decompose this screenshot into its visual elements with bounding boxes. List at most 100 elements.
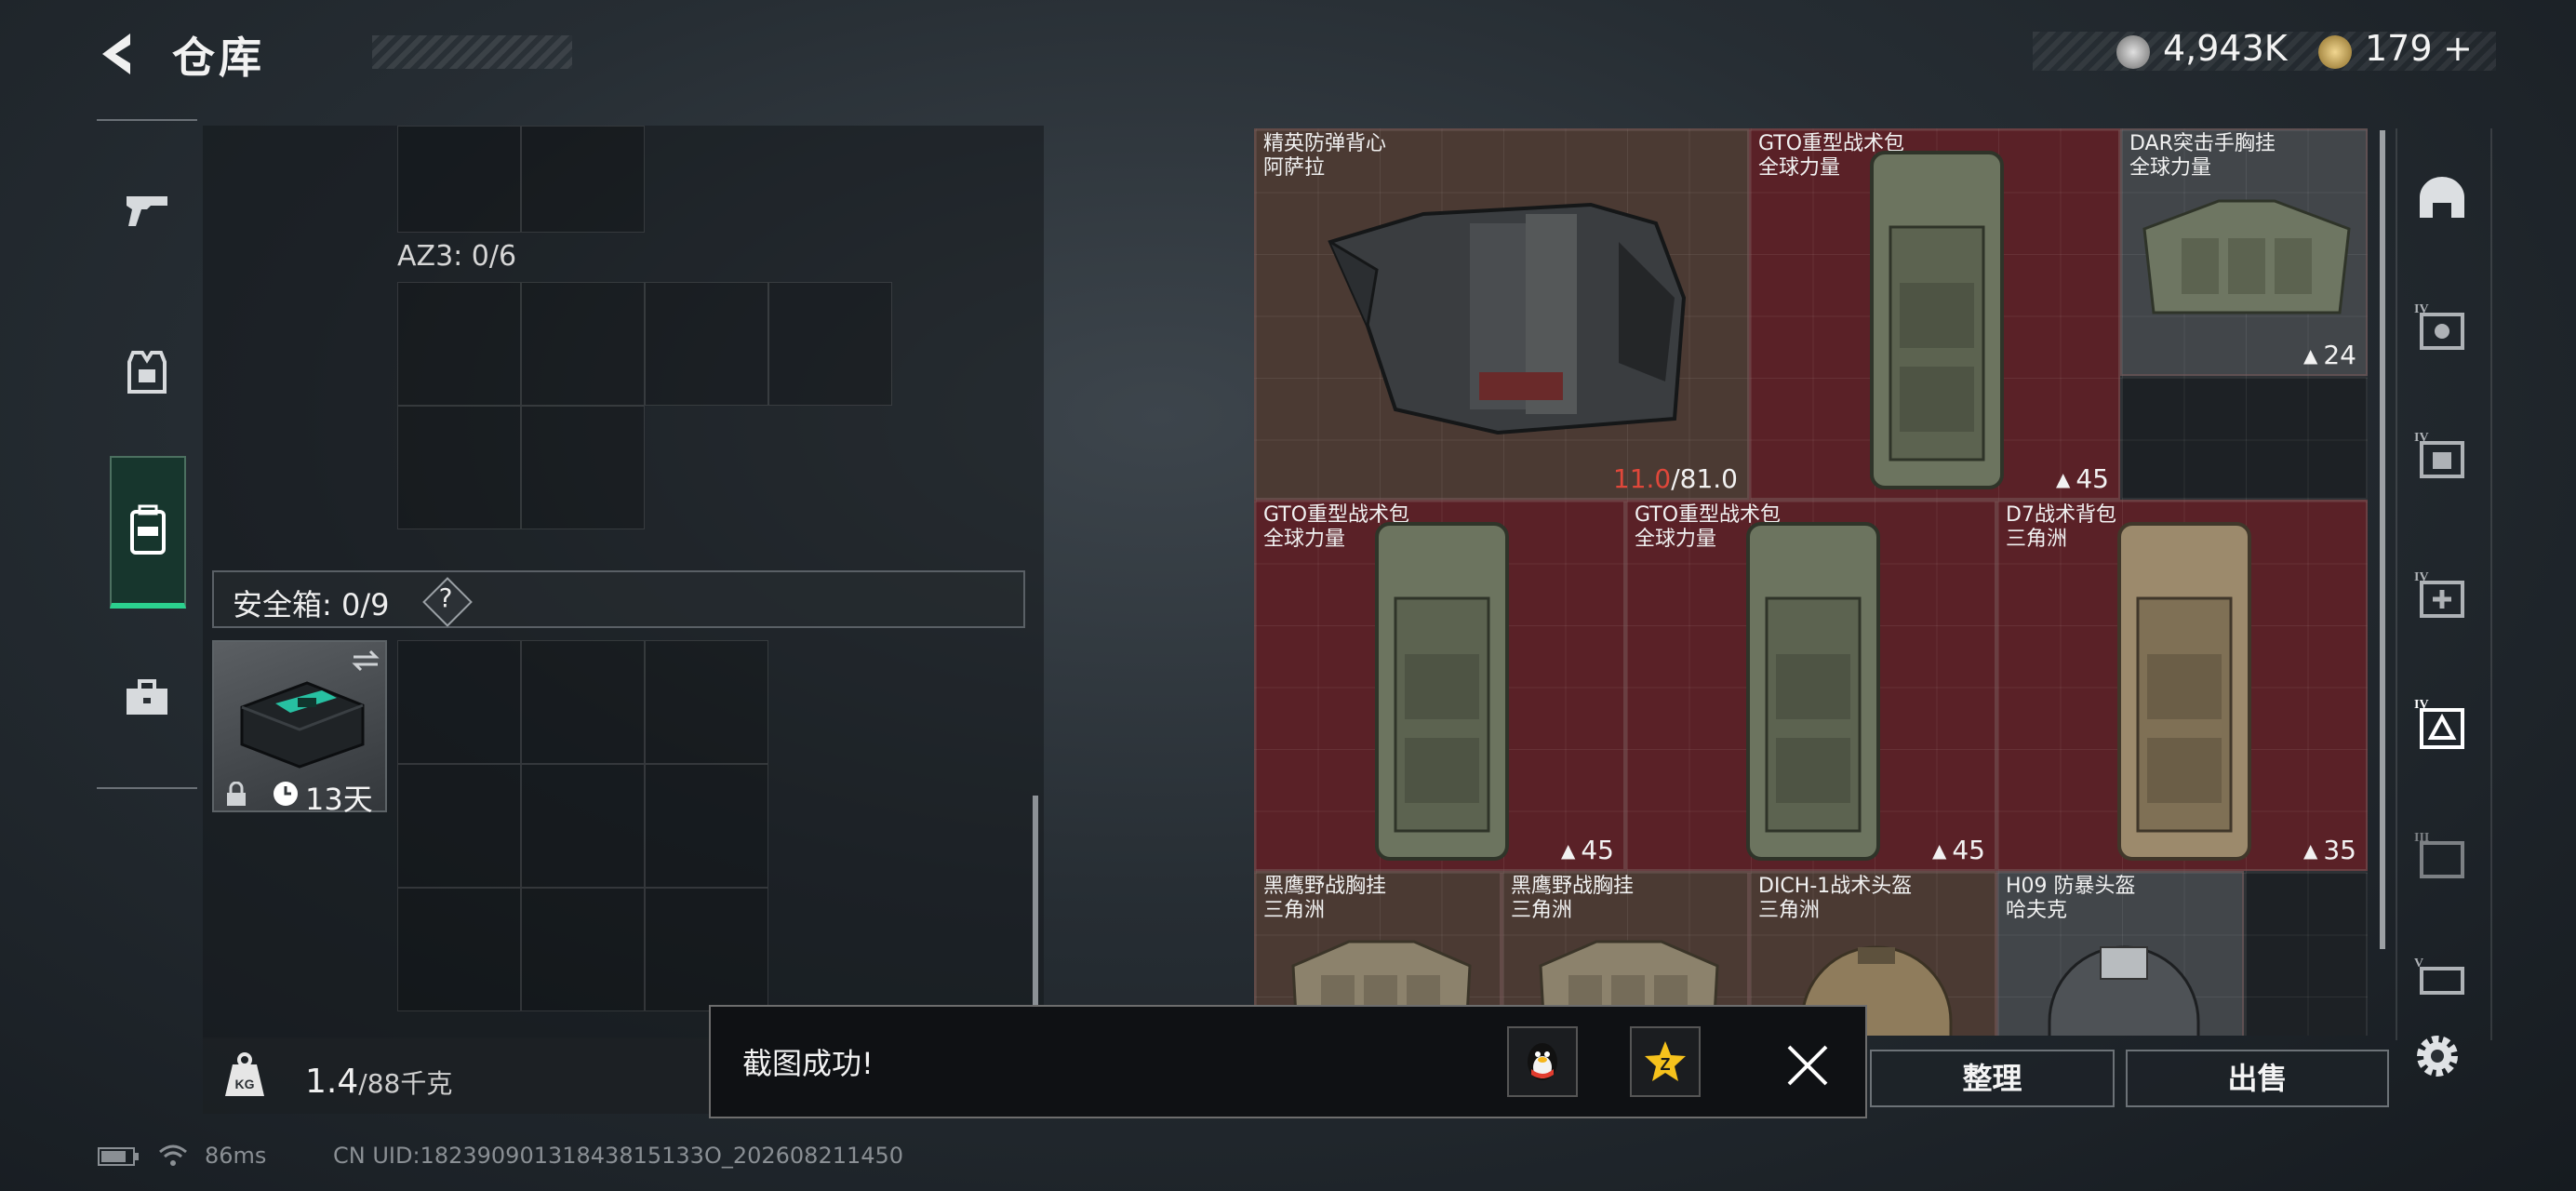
backpack-image	[1870, 151, 2004, 489]
nav-storage[interactable]	[110, 456, 186, 609]
item-origin: 全球力量	[2129, 156, 2212, 180]
item-origin: 三角洲	[2006, 528, 2068, 551]
filter-helmet[interactable]	[2400, 154, 2484, 243]
filter-tier-iv-armor[interactable]: IV	[2400, 409, 2484, 499]
count-value: 45	[1581, 835, 1614, 865]
sell-button[interactable]: 出售	[2126, 1050, 2389, 1107]
item-origin: 三角洲	[1511, 899, 1573, 922]
durability-current: 11.0	[1612, 463, 1672, 494]
grid-slot[interactable]	[397, 282, 521, 406]
item-origin: 阿萨拉	[1263, 156, 1326, 180]
grid-slot[interactable]	[397, 126, 521, 233]
item-title: 黑鹰野战胸挂	[1263, 875, 1387, 898]
weight-readout: 1.4/88千克	[305, 1063, 452, 1101]
nav-equipment[interactable]	[97, 321, 197, 423]
grid-slot[interactable]	[397, 640, 521, 764]
grid-slot[interactable]	[521, 282, 645, 406]
weight-kg-icon: KG	[225, 1052, 264, 1096]
briefcase-icon	[127, 679, 167, 715]
item-title: DICH-1战术头盔	[1758, 875, 1913, 898]
grid-slot[interactable]	[521, 126, 645, 233]
grid-slot[interactable]	[397, 764, 521, 888]
safebox-item[interactable]: 13天	[212, 640, 387, 817]
capacity-icon: ▲	[2302, 838, 2318, 862]
inventory-grid: 精英防弹背心 阿萨拉 11.0/81.0 GTO重型战术包 全球力量 ▲ 45 DAR…	[1254, 128, 2375, 1036]
item-origin: 三角洲	[1263, 899, 1326, 922]
item-origin: 全球力量	[1758, 156, 1841, 180]
filter-tier-iv-medical[interactable]: IV	[2400, 549, 2484, 638]
inventory-item[interactable]: DAR突击手胸挂 全球力量 ▲ 24	[2120, 128, 2368, 376]
share-qq-button[interactable]	[1507, 1026, 1578, 1097]
qzone-star-icon: Z	[1645, 1041, 1686, 1081]
capacity-icon: ▲	[2302, 343, 2318, 367]
armor-vest-image	[1328, 202, 1687, 435]
inventory-item[interactable]: GTO重型战术包 全球力量 ▲ 45	[1749, 128, 2120, 500]
uid-readout: CN UID:18239090131843815133O_20260821145…	[333, 1143, 904, 1169]
grid-slot[interactable]	[645, 282, 768, 406]
empty-slot[interactable]	[2120, 376, 2368, 500]
qq-penguin-icon	[1528, 1043, 1557, 1080]
nav-weapons[interactable]	[97, 158, 197, 261]
empty-slot[interactable]	[2244, 871, 2368, 1036]
inventory-item[interactable]: H09 防暴头盔 哈夫克	[1996, 871, 2244, 1036]
pistol-icon	[127, 196, 167, 226]
durability-max: /81.0	[1671, 463, 1738, 494]
clock-icon	[274, 782, 298, 806]
inventory-scrollbar[interactable]	[2380, 130, 2385, 949]
item-count: ▲ 45	[1561, 835, 1614, 865]
inventory-item[interactable]: D7战术背包 三角洲 ▲ 35	[1996, 500, 2368, 871]
backpack-image	[1746, 522, 1880, 861]
item-name: 黑鹰野战胸挂 三角洲	[1511, 875, 1634, 923]
capacity-icon: ▲	[2055, 467, 2071, 490]
chest-rig-image	[2142, 199, 2351, 314]
share-qzone-button[interactable]: Z	[1630, 1026, 1701, 1097]
backpack-image	[2117, 522, 2251, 861]
help-text: ?	[438, 582, 453, 613]
filter-tier-v[interactable]: V	[2400, 930, 2484, 1020]
panel-scrollbar[interactable]	[1033, 796, 1038, 1010]
inventory-item[interactable]: 精英防弹背心 阿萨拉 11.0/81.0	[1254, 128, 1749, 500]
filter-tier-iii[interactable]: III	[2400, 810, 2484, 899]
grid-slot[interactable]	[645, 640, 768, 764]
backpack-icon	[130, 504, 166, 555]
title-decoration	[372, 35, 572, 69]
inventory-item[interactable]: GTO重型战术包 全球力量 ▲ 45	[1625, 500, 1996, 871]
grid-slot[interactable]	[397, 888, 521, 1011]
count-value: 35	[2323, 835, 2356, 865]
tier-iv-armor-icon: IV	[2414, 431, 2464, 478]
currency-premium: 179	[2365, 28, 2433, 69]
filter-tier-iv-weapon[interactable]: IV	[2400, 281, 2484, 370]
item-title: 精英防弹背心	[1263, 132, 1387, 155]
tier-iv-weapon-icon: IV	[2414, 302, 2464, 350]
item-title: H09 防暴头盔	[2006, 875, 2136, 898]
grid-slot[interactable]	[397, 406, 521, 529]
filter-tier-iv-bag[interactable]: IV	[2400, 679, 2484, 769]
backpack-image	[1375, 522, 1509, 861]
nav-supplies[interactable]	[97, 647, 197, 749]
grid-slot[interactable]	[645, 764, 768, 888]
item-count: ▲ 35	[2303, 835, 2356, 865]
grid-slot[interactable]	[768, 282, 892, 406]
item-title: 黑鹰野战胸挂	[1511, 875, 1635, 898]
sort-button[interactable]: 整理	[1870, 1050, 2115, 1107]
settings-gear-icon[interactable]	[2409, 1028, 2465, 1084]
add-currency-button[interactable]: +	[2443, 28, 2473, 69]
inventory-item[interactable]: GTO重型战术包 全球力量 ▲ 45	[1254, 500, 1625, 871]
svg-text:KG: KG	[235, 1077, 255, 1091]
safebox-duration: 13天	[305, 782, 373, 817]
grid-slot[interactable]	[521, 640, 645, 764]
item-title: DAR突击手胸挂	[2129, 132, 2276, 155]
grid-slot[interactable]	[521, 406, 645, 529]
capacity-icon: ▲	[1560, 838, 1576, 862]
swap-icon[interactable]	[350, 649, 381, 672]
helmet-filter-icon	[2420, 177, 2464, 218]
item-name: 黑鹰野战胸挂 三角洲	[1263, 875, 1386, 923]
grid-slot[interactable]	[521, 764, 645, 888]
close-icon[interactable]	[1782, 1039, 1834, 1091]
ping-readout: 86ms	[205, 1143, 267, 1169]
grid-slot[interactable]	[645, 888, 768, 1011]
count-value: 24	[2323, 340, 2356, 370]
back-arrow-icon[interactable]	[93, 28, 145, 80]
item-origin: 全球力量	[1635, 528, 1717, 551]
grid-slot[interactable]	[521, 888, 645, 1011]
